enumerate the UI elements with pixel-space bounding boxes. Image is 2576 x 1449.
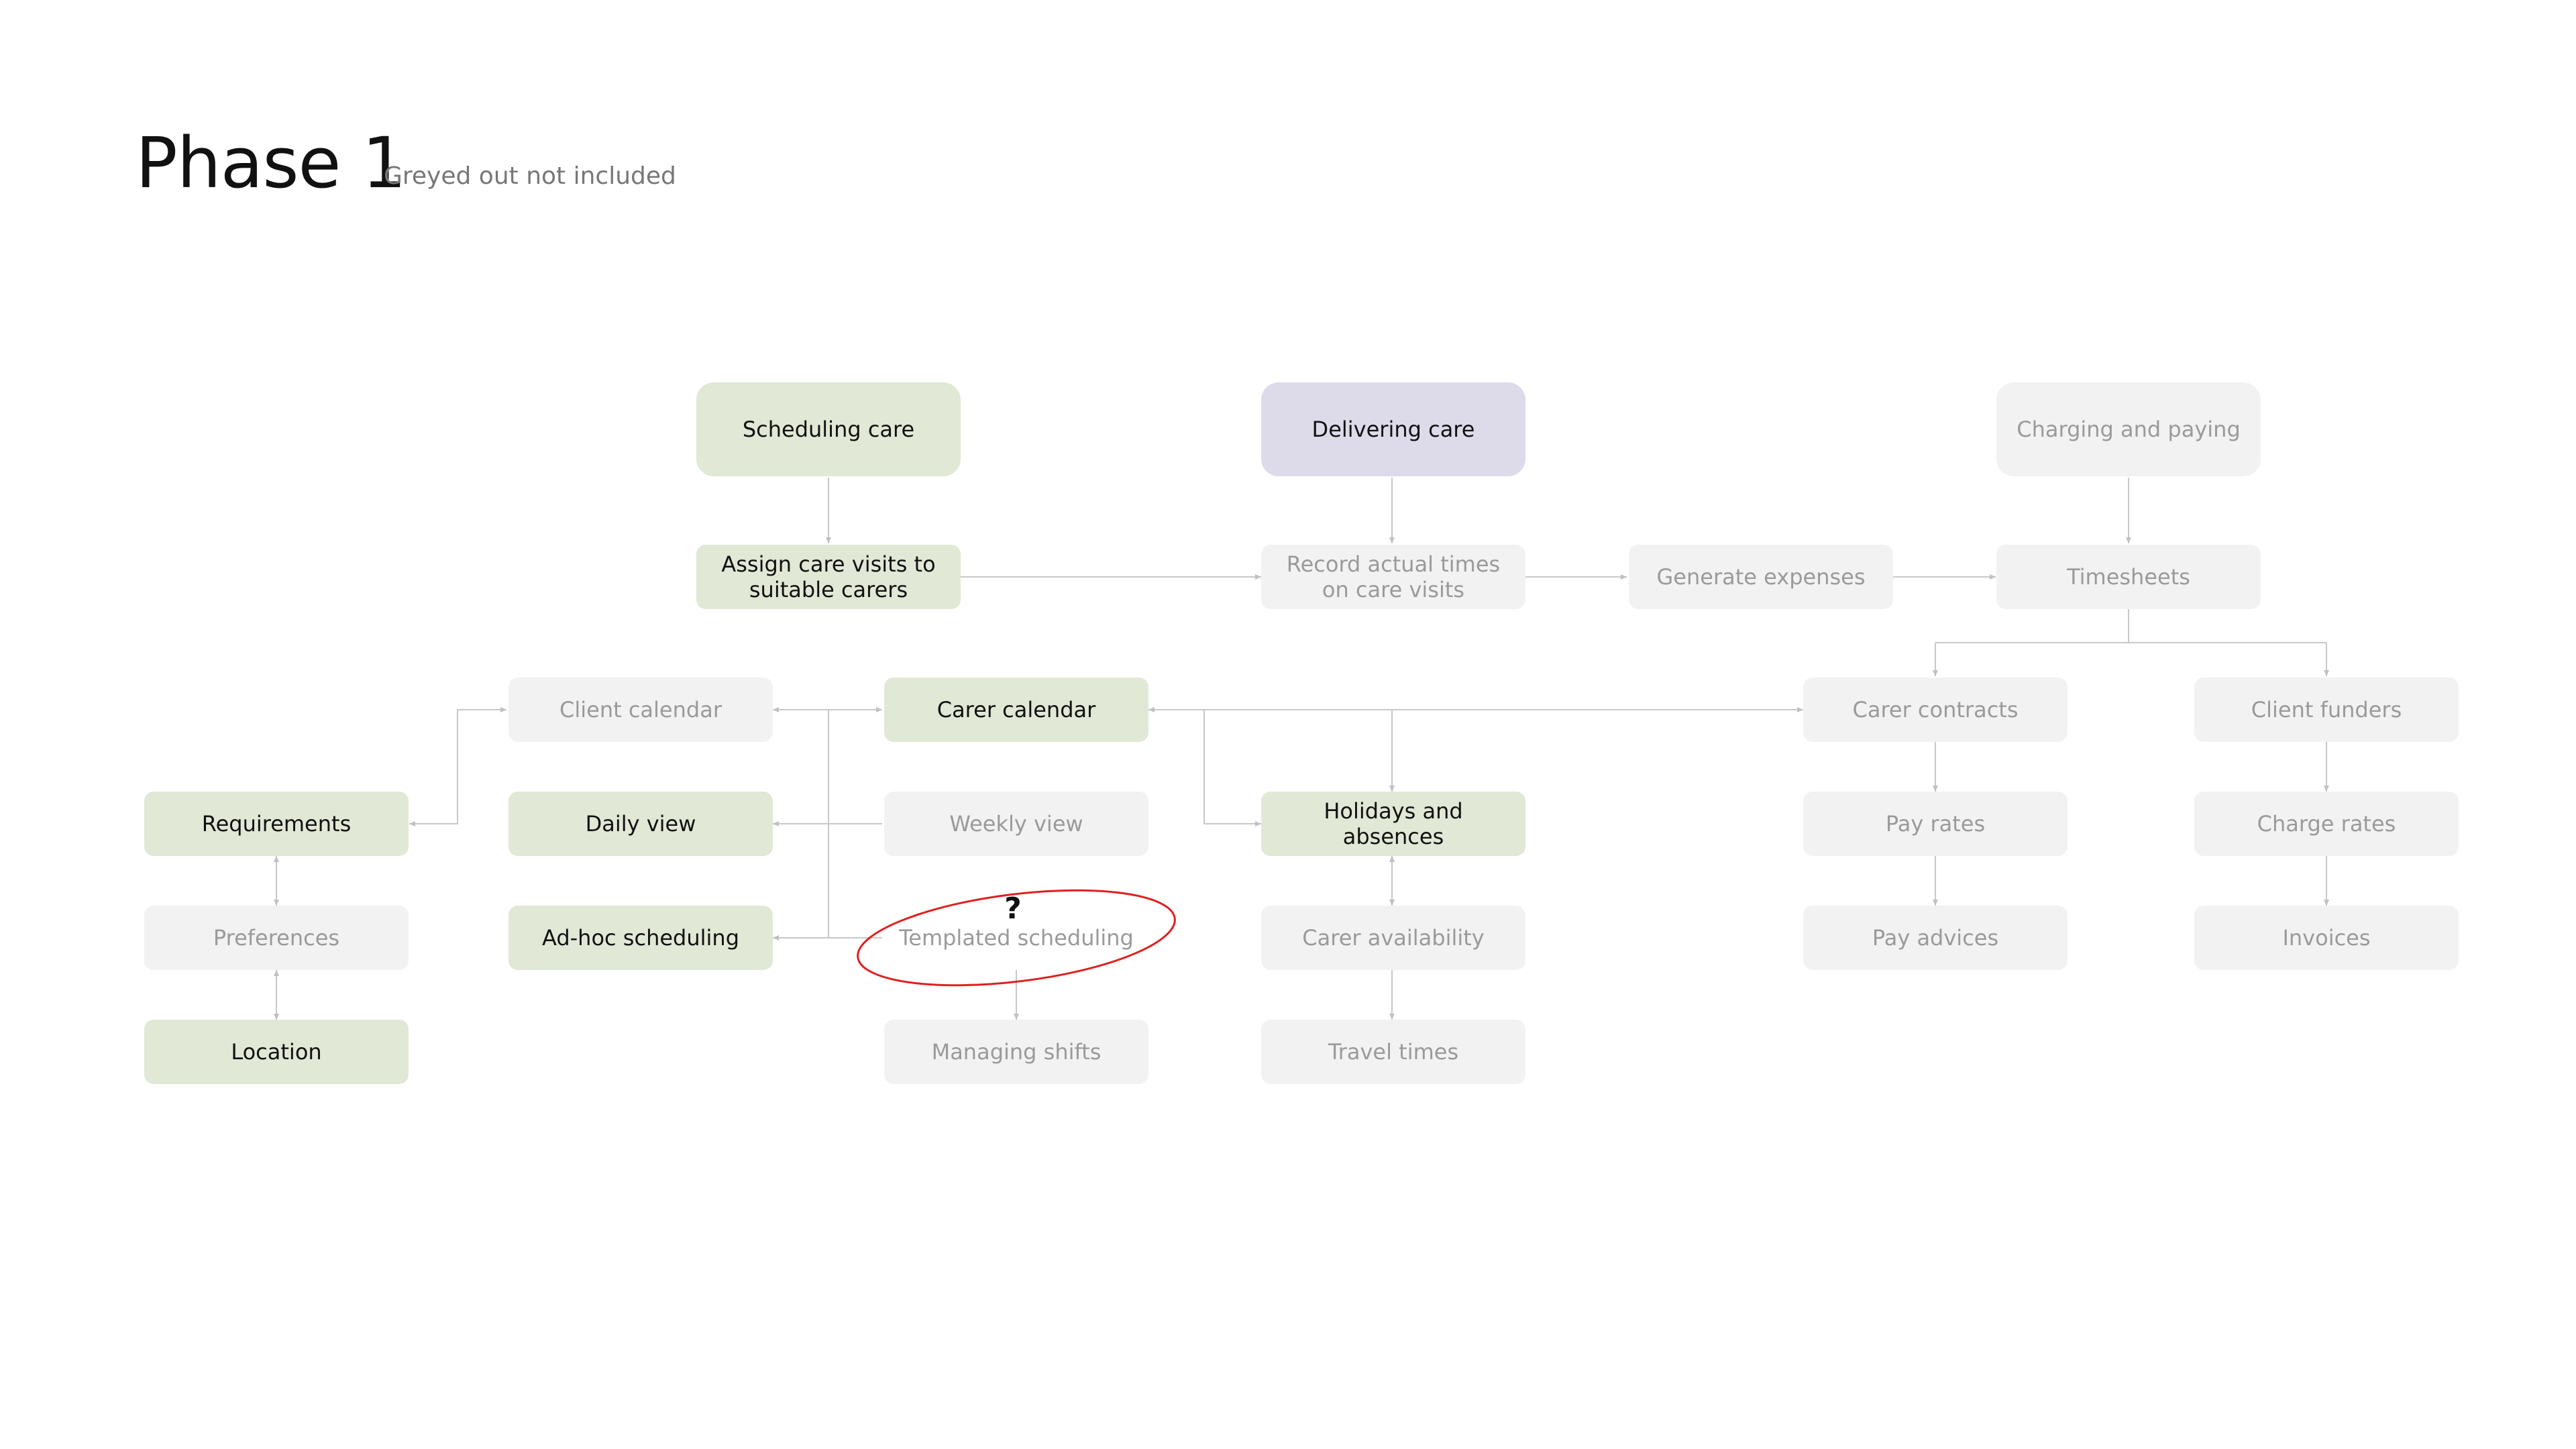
node-scheduling-care: Scheduling care <box>696 382 961 476</box>
connector-lines <box>274 478 2329 1020</box>
node-delivering-care: Delivering care <box>1261 382 1525 476</box>
node-pay-rates: Pay rates <box>1803 792 2068 856</box>
node-ad-hoc-scheduling: Ad-hoc scheduling <box>508 906 773 970</box>
node-location: Location <box>144 1020 409 1084</box>
node-requirements: Requirements <box>144 792 409 856</box>
node-pay-advices: Pay advices <box>1803 906 2068 970</box>
page-title: Phase 1 <box>136 122 407 204</box>
node-carer-availability: Carer availability <box>1261 906 1525 970</box>
node-generate-expenses: Generate expenses <box>1629 545 1893 609</box>
node-travel-times: Travel times <box>1261 1020 1525 1084</box>
node-holidays-and-absences: Holidays and absences <box>1261 792 1525 856</box>
node-record-actual-times: Record actual times on care visits <box>1261 545 1525 609</box>
node-daily-view: Daily view <box>508 792 773 856</box>
node-managing-shifts: Managing shifts <box>884 1020 1148 1084</box>
node-preferences: Preferences <box>144 906 409 970</box>
node-invoices: Invoices <box>2194 906 2459 970</box>
node-carer-contracts: Carer contracts <box>1803 678 2068 742</box>
node-timesheets: Timesheets <box>1996 545 2261 609</box>
node-weekly-view: Weekly view <box>884 792 1148 856</box>
page-subtitle: Greyed out not included <box>384 162 676 190</box>
node-assign-care-visits: Assign care visits to suitable carers <box>696 545 961 609</box>
connector-clientcal-to-requirements <box>409 707 506 826</box>
node-client-calendar: Client calendar <box>508 678 773 742</box>
node-client-funders: Client funders <box>2194 678 2459 742</box>
node-charging-and-paying: Charging and paying <box>1996 382 2261 476</box>
question-annotation: ? <box>1004 892 1022 926</box>
phase-diagram-page: Phase 1 Greyed out not included Scheduli… <box>0 0 2576 1449</box>
connector-carercal-to-holidays <box>1203 710 1261 826</box>
node-charge-rates: Charge rates <box>2194 792 2459 856</box>
node-carer-calendar: Carer calendar <box>884 678 1148 742</box>
connector-timesheets-split <box>1935 609 2326 643</box>
